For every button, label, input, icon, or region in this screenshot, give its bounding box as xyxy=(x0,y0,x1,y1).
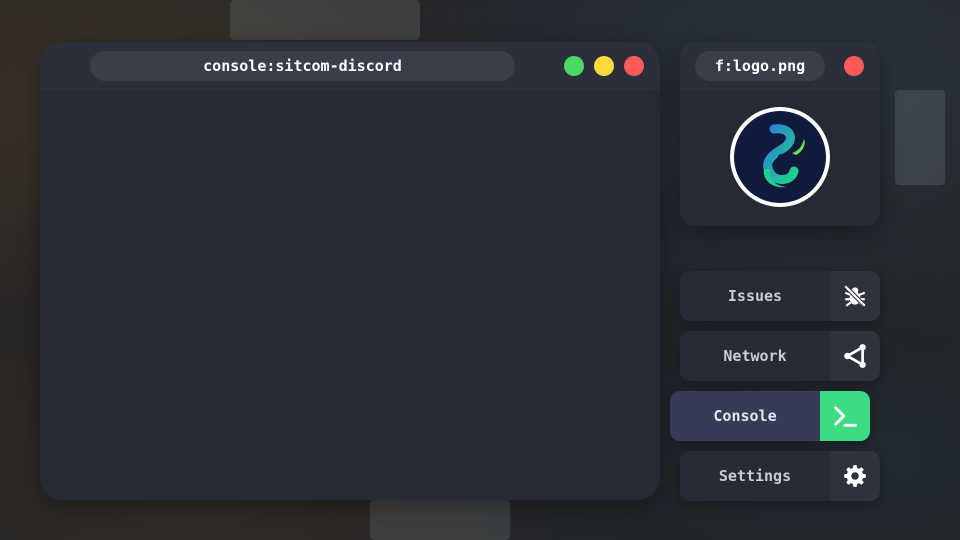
console-title: console:sitcom-discord xyxy=(90,51,515,81)
maximize-button[interactable] xyxy=(564,56,584,76)
file-preview-window: f:logo.png xyxy=(680,42,880,226)
file-titlebar[interactable]: f:logo.png xyxy=(680,42,880,90)
background-phone xyxy=(895,90,945,185)
console-window: console:sitcom-discord xyxy=(40,42,660,500)
logo-image xyxy=(730,107,830,207)
close-button[interactable] xyxy=(624,56,644,76)
nav-console[interactable]: Console xyxy=(670,391,870,441)
nav-issues-label: Issues xyxy=(727,287,783,305)
background-laptop xyxy=(230,0,420,40)
nav-network-label: Network xyxy=(723,347,787,365)
bug-icon xyxy=(843,284,867,308)
network-icon xyxy=(844,344,866,368)
background-notebook xyxy=(370,500,510,540)
file-title: f:logo.png xyxy=(695,51,825,81)
minimize-button[interactable] xyxy=(594,56,614,76)
terminal-icon xyxy=(834,406,857,427)
nav-console-label: Console xyxy=(713,407,777,425)
gear-icon xyxy=(844,465,866,487)
console-titlebar[interactable]: console:sitcom-discord xyxy=(40,42,660,90)
nav-settings[interactable]: Settings xyxy=(680,451,880,501)
nav-settings-label: Settings xyxy=(718,467,792,485)
nav-issues[interactable]: Issues xyxy=(680,271,880,321)
file-close-button[interactable] xyxy=(844,56,864,76)
console-output[interactable] xyxy=(40,90,660,500)
nav-network[interactable]: Network xyxy=(680,331,880,381)
